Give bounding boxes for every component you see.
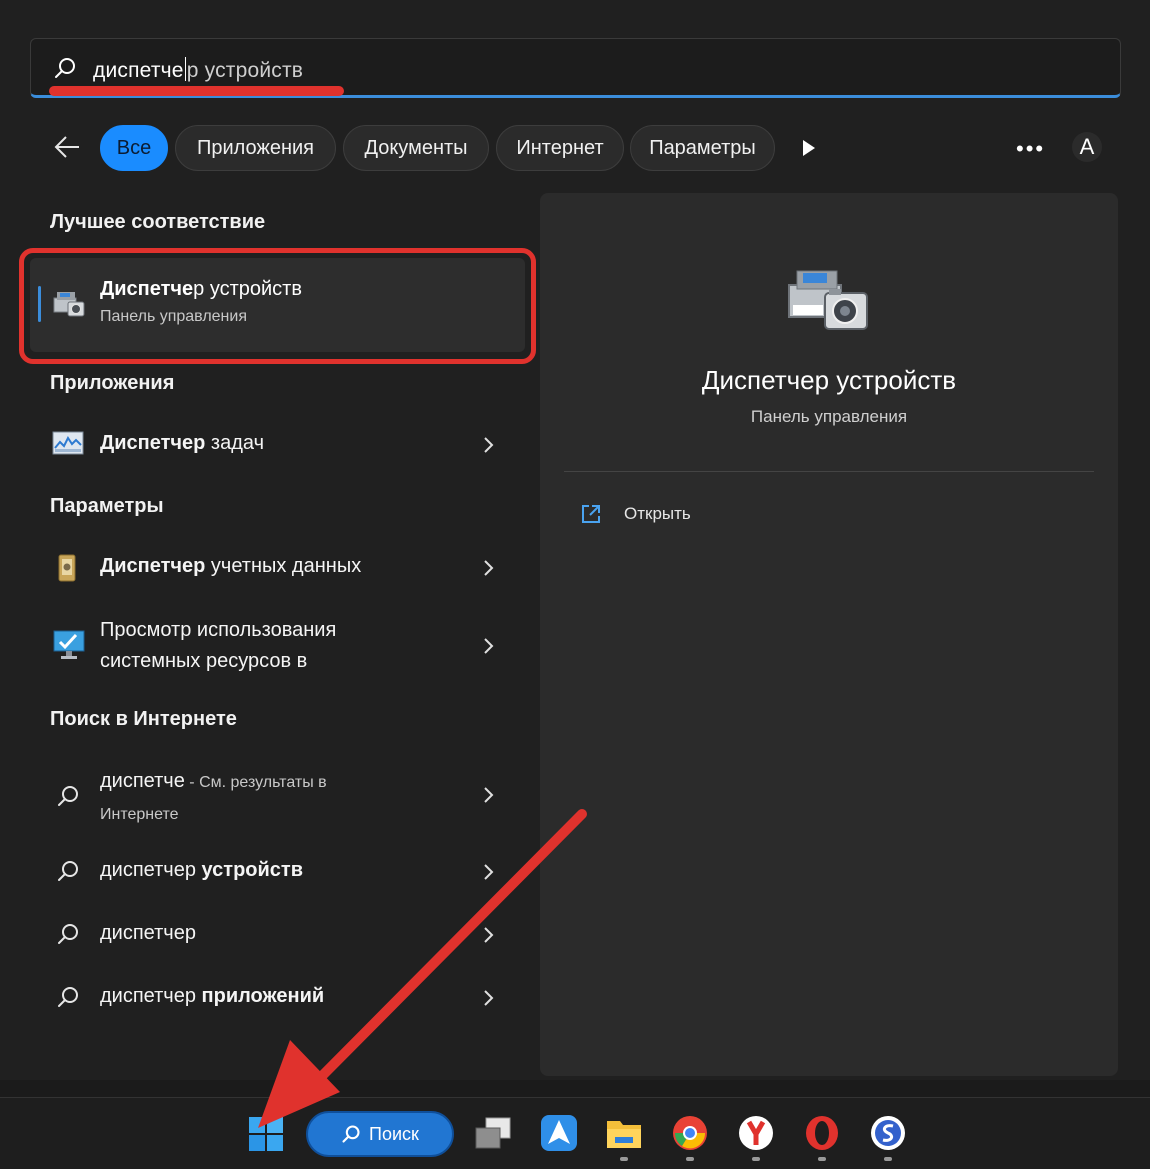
chevron-right-icon[interactable] [482,559,496,577]
simplenote-icon[interactable] [869,1114,907,1152]
red-underline-annotation [49,86,344,96]
text-caret [184,57,186,81]
list-item-label: Просмотр использования системных ресурсов… [100,619,337,672]
credential-manager-icon [58,554,76,582]
task-manager-icon [52,431,84,455]
task-view-icon[interactable] [474,1116,512,1150]
resource-monitor-icon [53,630,85,659]
running-indicator [884,1157,892,1161]
chevron-right-icon[interactable] [482,926,496,944]
list-item-label: Диспетчер задач [100,432,264,454]
windows-start-icon[interactable] [248,1116,284,1152]
section-apps: Приложения [50,372,175,394]
taskbar-search-label: Поиск [369,1123,419,1144]
device-manager-large-icon [788,270,868,330]
running-indicator [752,1157,760,1161]
section-best-match: Лучшее соответствие [50,211,266,233]
chevron-right-icon[interactable] [482,436,496,454]
account-avatar[interactable]: A [1072,132,1102,162]
start-search-panel: диспетче р устройств Все Приложения Докум… [0,0,1150,1080]
chevron-right-icon[interactable] [482,989,496,1007]
search-icon [58,861,78,881]
preview-subtitle: Панель управления [750,407,908,426]
list-item-label: диспетчер устройств [100,859,304,881]
more-options-button[interactable]: ••• [1016,136,1045,162]
filter-documents[interactable]: Документы [343,125,489,171]
search-icon [58,987,78,1007]
search-icon [342,1125,360,1143]
preview-title: Диспетчер устройств [701,365,957,395]
section-web-search: Поиск в Интернете [50,708,237,730]
back-arrow-icon[interactable] [52,132,82,162]
search-icon [58,786,78,806]
opera-icon[interactable] [803,1114,841,1152]
open-action[interactable]: Открыть [580,503,691,525]
taskbar-search-button[interactable]: Поиск [306,1111,454,1157]
list-item-label: Диспетчер учетных данных [100,555,362,577]
web-result-item[interactable]: диспетчер устройств [44,855,514,889]
search-icon [55,58,75,78]
spark-mail-icon[interactable] [540,1114,578,1152]
section-settings: Параметры [50,495,164,517]
web-result-item[interactable]: диспетчер приложений [44,981,514,1015]
yandex-browser-icon[interactable] [737,1114,775,1152]
list-item[interactable]: Просмотр использования системных ресурсов… [44,615,514,679]
filter-all[interactable]: Все [100,125,168,171]
web-result-item[interactable]: диспетчер [44,918,514,952]
file-explorer-icon[interactable] [605,1115,643,1151]
search-icon [58,924,78,944]
running-indicator [818,1157,826,1161]
red-highlight-annotation [19,248,536,364]
list-item-label: диспетчер приложений [100,985,325,1007]
list-item-label: диспетче - См. результаты в Интернете [100,770,327,823]
chevron-right-icon[interactable] [482,786,496,804]
list-item[interactable]: Диспетчер учетных данных [44,551,514,585]
taskbar: Поиск [0,1097,1150,1169]
filter-internet[interactable]: Интернет [496,125,624,171]
list-item[interactable]: Диспетчер задач [44,428,514,462]
divider [564,471,1094,472]
open-external-icon [582,505,600,523]
preview-panel: Диспетчер устройств Панель управления От… [540,193,1118,1076]
running-indicator [686,1157,694,1161]
scroll-right-icon[interactable] [800,138,818,158]
list-item-label: диспетчер [100,922,196,944]
filter-apps[interactable]: Приложения [175,125,336,171]
filter-settings[interactable]: Параметры [630,125,775,171]
search-query-suggested: р устройств [186,59,304,82]
open-action-label: Открыть [624,504,691,523]
chevron-right-icon[interactable] [482,637,496,655]
search-query-typed: диспетче [93,59,184,82]
web-result-item[interactable]: диспетче - См. результаты в Интернете [44,766,514,830]
running-indicator [620,1157,628,1161]
chrome-icon[interactable] [671,1114,709,1152]
search-input[interactable]: диспетче р устройств [93,57,303,83]
chevron-right-icon[interactable] [482,863,496,881]
